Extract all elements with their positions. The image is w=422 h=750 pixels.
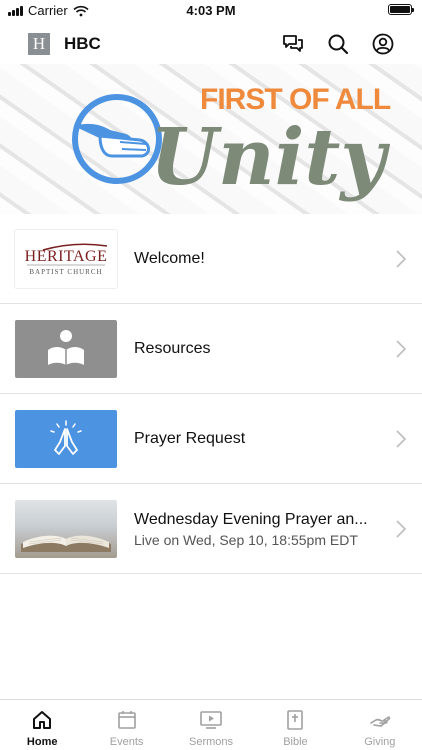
heritage-logo-subtext: BAPTIST CHURCH: [29, 268, 102, 276]
praying-hands-thumbnail: [15, 410, 117, 468]
list-item-title: Wednesday Evening Prayer an...: [134, 511, 368, 528]
tab-label: Sermons: [189, 736, 234, 748]
list-item-title: Welcome!: [134, 250, 205, 267]
app-logo[interactable]: H: [28, 33, 50, 55]
chevron-right-icon: [396, 430, 406, 448]
search-icon[interactable]: [326, 32, 350, 56]
list-item-title: Resources: [134, 340, 211, 357]
tab-giving[interactable]: Giving: [338, 700, 422, 750]
list-item-subtitle: Live on Wed, Sep 10, 18:55pm EDT: [134, 532, 358, 548]
heritage-logo-thumbnail: HERITAGE BAPTIST CHURCH: [15, 230, 117, 288]
praying-hands-icon: [50, 420, 82, 455]
app-title: HBC: [64, 34, 101, 53]
chevron-right-icon: [396, 520, 406, 538]
chevron-right-icon: [396, 340, 406, 358]
chat-icon[interactable]: [281, 32, 305, 56]
chevron-right-icon: [396, 250, 406, 268]
open-bible-image: [21, 535, 111, 552]
tab-label: Giving: [364, 736, 396, 748]
profile-icon[interactable]: [371, 32, 395, 56]
banner-line2: Unity: [150, 112, 390, 203]
tab-label: Home: [26, 736, 58, 748]
tab-bible[interactable]: Bible: [253, 700, 337, 750]
reading-person-icon: [48, 330, 84, 365]
giving-hand-icon: [370, 716, 391, 727]
tab-home[interactable]: Home: [0, 700, 84, 750]
app-header: H HBC: [0, 22, 422, 64]
tab-label: Bible: [283, 736, 308, 748]
hero-banner[interactable]: FIRST OF ALL Unity: [0, 64, 422, 214]
bible-icon: [287, 710, 304, 730]
list-item-resources[interactable]: Resources: [0, 304, 422, 394]
home-icon: [33, 711, 52, 729]
status-time: 4:03 PM: [186, 3, 236, 18]
tab-events[interactable]: Events: [84, 700, 168, 750]
tab-bar: Home Events Sermons Bible Giving: [0, 699, 422, 750]
status-bar: Carrier 4:03 PM: [0, 0, 422, 22]
list-item-title: Prayer Request: [134, 430, 246, 447]
calendar-icon: [117, 711, 136, 729]
play-screen-icon: [200, 711, 222, 729]
open-bible-thumbnail: [15, 500, 117, 558]
list-item-live-event[interactable]: Wednesday Evening Prayer an... Live on W…: [0, 484, 422, 574]
battery-icon: [388, 4, 414, 15]
list-item-prayer-request[interactable]: Prayer Request: [0, 394, 422, 484]
heritage-logo-text: HERITAGE: [25, 248, 108, 265]
hands-circle-logo: [72, 94, 162, 184]
content-list: HERITAGE BAPTIST CHURCH Welcome! Resourc…: [0, 214, 422, 574]
tab-sermons[interactable]: Sermons: [169, 700, 253, 750]
tab-label: Events: [109, 736, 144, 748]
reading-person-thumbnail: [15, 320, 117, 378]
list-item-welcome[interactable]: HERITAGE BAPTIST CHURCH Welcome!: [0, 214, 422, 304]
